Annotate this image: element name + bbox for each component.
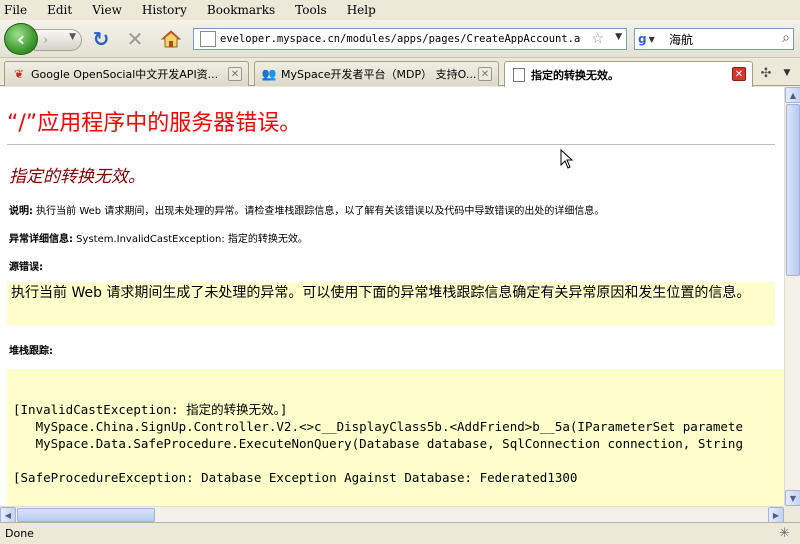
url-text[interactable]: eveloper.myspace.cn/modules/apps/pages/C… <box>220 33 580 45</box>
browser-window: File Edit View History Bookmarks Tools H… <box>0 0 800 544</box>
horizontal-scroll-thumb[interactable] <box>17 508 155 522</box>
mouse-cursor-icon <box>560 149 574 169</box>
search-bar[interactable]: g ▼ 海航 ⌕ <box>634 28 794 50</box>
addon-bug-icon[interactable]: ✳ <box>779 526 790 541</box>
vertical-scrollbar[interactable]: ▲ ▼ <box>784 87 800 506</box>
plus-icon: ✣ <box>760 65 772 81</box>
horizontal-scrollbar[interactable]: ◀ ▶ <box>0 506 784 523</box>
tab-title: Google OpenSocial中文开发API资... <box>31 68 219 81</box>
menu-bookmarks[interactable]: Bookmarks <box>207 3 275 17</box>
url-dropdown-icon[interactable]: ▼ <box>615 32 622 42</box>
new-tab-button[interactable]: ✣ <box>756 64 776 82</box>
google-logo-icon: g <box>638 32 647 46</box>
menu-edit[interactable]: Edit <box>47 3 72 17</box>
page-title: “/”应用程序中的服务器错误。 <box>7 111 302 136</box>
home-icon <box>161 30 181 48</box>
menu-view[interactable]: View <box>92 3 122 17</box>
scrollbar-corner <box>784 506 800 522</box>
tab-title: MySpace开发者平台（MDP） 支持O... <box>281 68 477 81</box>
scroll-up-button[interactable]: ▲ <box>785 87 800 103</box>
status-text: Done <box>5 527 34 540</box>
tab-myspace[interactable]: 👥 MySpace开发者平台（MDP） 支持O... ✕ <box>254 61 499 86</box>
tab-title: 指定的转换无效。 <box>531 68 619 82</box>
tab-close-button[interactable]: ✕ <box>228 67 242 81</box>
page-favicon-icon <box>200 31 216 47</box>
error-subtitle: 指定的转换无效。 <box>9 167 145 187</box>
myspace-icon: 👥 <box>261 67 277 81</box>
forward-button[interactable]: › ▼ <box>34 29 82 51</box>
chevron-down-icon: ▼ <box>783 68 791 78</box>
exception-text: System.InvalidCastException: 指定的转换无效。 <box>73 234 308 245</box>
forward-arrow-icon: › <box>43 32 49 48</box>
tab-list-button[interactable]: ▼ <box>778 64 796 82</box>
search-input[interactable]: 海航 <box>669 31 693 48</box>
stack-trace-box: [InvalidCastException: 指定的转换无效。] MySpace… <box>7 369 784 506</box>
description-label: 说明: <box>9 206 33 217</box>
status-bar: Done ✳ <box>0 522 800 544</box>
navigation-toolbar: › ▼ ‹ ↻ ✕ eveloper.myspace.cn/modules/ap… <box>0 20 800 58</box>
tab-opensocial[interactable]: ❦ Google OpenSocial中文开发API资... ✕ <box>4 61 249 86</box>
exception-line: 异常详细信息: System.InvalidCastException: 指定的… <box>9 230 308 245</box>
source-error-label: 源错误: <box>9 262 43 273</box>
scroll-left-button[interactable]: ◀ <box>0 507 16 523</box>
reload-icon: ↻ <box>92 27 110 51</box>
menu-history[interactable]: History <box>142 3 187 17</box>
tab-bar: ❦ Google OpenSocial中文开发API资... ✕ 👥 MySpa… <box>0 58 800 87</box>
menu-help[interactable]: Help <box>347 3 376 17</box>
address-bar[interactable]: eveloper.myspace.cn/modules/apps/pages/C… <box>193 28 627 50</box>
vertical-scroll-thumb[interactable] <box>786 104 800 276</box>
source-error-box: 执行当前 Web 请求期间生成了未处理的异常。可以使用下面的异常堆栈跟踪信息确定… <box>7 282 775 325</box>
description-line: 说明: 执行当前 Web 请求期间，出现未处理的异常。请检查堆栈跟踪信息，以了解… <box>9 202 604 217</box>
back-forward-group: › ▼ ‹ <box>4 23 86 55</box>
page-icon <box>511 67 527 83</box>
menu-tools[interactable]: Tools <box>295 3 327 17</box>
back-button[interactable]: ‹ <box>4 23 38 55</box>
description-text: 执行当前 Web 请求期间，出现未处理的异常。请检查堆栈跟踪信息，以了解有关该错… <box>33 206 605 217</box>
reload-button[interactable]: ↻ <box>90 27 112 51</box>
divider <box>7 144 775 145</box>
bookmark-star-icon[interactable]: ☆ <box>591 31 604 47</box>
tab-close-button[interactable]: ✕ <box>732 67 746 81</box>
page-content: “/”应用程序中的服务器错误。 指定的转换无效。 说明: 执行当前 Web 请求… <box>0 87 784 506</box>
scroll-right-button[interactable]: ▶ <box>768 507 784 523</box>
search-icon[interactable]: ⌕ <box>782 30 790 46</box>
search-engine-selector[interactable]: g ▼ <box>635 29 665 49</box>
stack-trace-label: 堆栈跟踪: <box>9 346 53 357</box>
stop-button[interactable]: ✕ <box>124 27 146 51</box>
tab-close-button[interactable]: ✕ <box>478 67 492 81</box>
scroll-down-button[interactable]: ▼ <box>785 490 800 506</box>
tab-active-error[interactable]: 指定的转换无效。 ✕ <box>504 61 753 87</box>
menu-bar: File Edit View History Bookmarks Tools H… <box>0 0 800 20</box>
stack-trace-text: [InvalidCastException: 指定的转换无效。] MySpace… <box>13 402 743 485</box>
stack-trace-line: 堆栈跟踪: <box>9 342 53 357</box>
history-dropdown-icon[interactable]: ▼ <box>69 32 76 42</box>
exception-label: 异常详细信息: <box>9 234 73 245</box>
back-arrow-icon: ‹ <box>16 27 26 51</box>
menu-file[interactable]: File <box>4 3 27 17</box>
opensocial-icon: ❦ <box>13 67 25 81</box>
source-error-line: 源错误: <box>9 258 43 273</box>
home-button[interactable] <box>160 28 182 50</box>
stop-icon: ✕ <box>126 27 144 51</box>
engine-dropdown-icon: ▼ <box>648 34 655 44</box>
